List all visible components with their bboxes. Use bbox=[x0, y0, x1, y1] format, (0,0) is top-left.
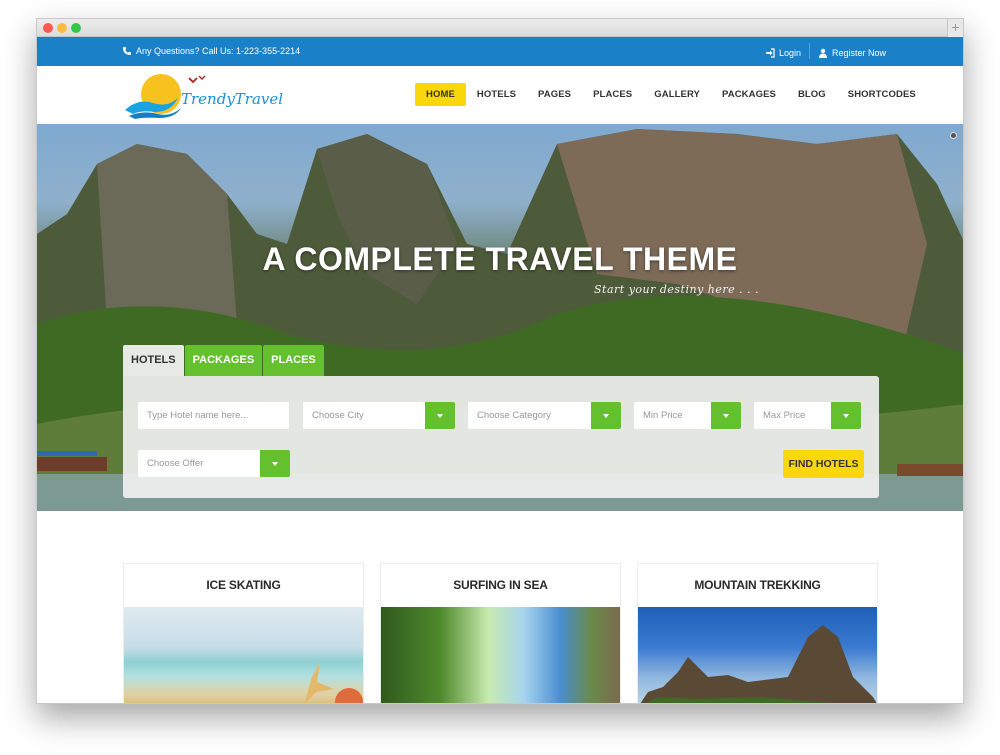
new-tab-button[interactable]: + bbox=[947, 19, 963, 37]
tab-packages[interactable]: PACKAGES bbox=[184, 345, 263, 376]
phone-icon bbox=[123, 47, 131, 55]
min-price-select[interactable]: Min Price bbox=[634, 402, 741, 429]
login-label: Login bbox=[779, 47, 802, 58]
chevron-down-icon[interactable] bbox=[831, 402, 861, 429]
category-select-value: Choose Category bbox=[477, 410, 551, 421]
sign-in-icon bbox=[766, 47, 775, 58]
hero-subtitle: Start your destiny here . . . bbox=[594, 283, 760, 296]
nav-item-blog[interactable]: BLOG bbox=[787, 83, 837, 106]
activity-card[interactable]: SURFING IN SEA bbox=[380, 563, 621, 703]
hotel-search-form: Type Hotel name here... Choose City Choo… bbox=[123, 376, 879, 498]
chevron-down-icon[interactable] bbox=[425, 402, 455, 429]
mountain-peaks-image bbox=[640, 625, 877, 703]
activity-card[interactable]: ICE SKATING bbox=[123, 563, 364, 703]
slider-pagination-dot[interactable] bbox=[950, 132, 957, 139]
hero-title: A COMPLETE TRAVEL THEME bbox=[262, 241, 738, 277]
minimize-window-button[interactable] bbox=[57, 23, 67, 33]
card-title[interactable]: SURFING IN SEA bbox=[381, 564, 620, 607]
zoom-window-button[interactable] bbox=[71, 23, 81, 33]
min-price-select-value: Min Price bbox=[643, 410, 683, 421]
city-select-value: Choose City bbox=[312, 410, 364, 421]
card-title[interactable]: MOUNTAIN TREKKING bbox=[638, 564, 877, 607]
nav-item-gallery[interactable]: GALLERY bbox=[643, 83, 711, 106]
card-image-beach[interactable] bbox=[124, 607, 363, 703]
search-tabs: HOTELS PACKAGES PLACES bbox=[123, 345, 325, 376]
find-hotels-button[interactable]: FIND HOTELS bbox=[783, 450, 864, 478]
logo-text: TrendyTravel bbox=[181, 90, 284, 108]
offer-select[interactable]: Choose Offer bbox=[138, 450, 290, 477]
chevron-down-icon[interactable] bbox=[591, 402, 621, 429]
login-link[interactable]: Login bbox=[765, 48, 801, 58]
nav-item-pages[interactable]: PAGES bbox=[527, 83, 582, 106]
activity-cards: ICE SKATING SURFING IN SEA MOUNTAIN TREK… bbox=[123, 563, 878, 703]
card-image-mountain[interactable] bbox=[638, 607, 877, 703]
chevron-down-icon[interactable] bbox=[711, 402, 741, 429]
hotel-name-input[interactable]: Type Hotel name here... bbox=[138, 402, 289, 429]
top-bar: Any Questions? Call Us: 1-223-355-2214 L… bbox=[37, 37, 963, 66]
register-link[interactable]: Register Now bbox=[818, 48, 886, 58]
contact-info: Any Questions? Call Us: 1-223-355-2214 bbox=[122, 46, 300, 56]
nav-item-shortcodes[interactable]: SHORTCODES bbox=[837, 83, 927, 106]
max-price-select-value: Max Price bbox=[763, 410, 806, 421]
main-nav: HOME HOTELS PAGES PLACES GALLERY PACKAGE… bbox=[415, 83, 927, 106]
tab-places[interactable]: PLACES bbox=[263, 345, 324, 376]
register-label: Register Now bbox=[832, 47, 887, 58]
browser-window: + Any Questions? Call Us: 1-223-355-2214… bbox=[36, 18, 964, 704]
nav-item-hotels[interactable]: HOTELS bbox=[466, 83, 527, 106]
nav-item-packages[interactable]: PACKAGES bbox=[711, 83, 787, 106]
tab-hotels[interactable]: HOTELS bbox=[123, 345, 184, 376]
site-header: TrendyTravel HOME HOTELS PAGES PLACES GA… bbox=[37, 66, 963, 124]
browser-chrome: + bbox=[37, 19, 963, 37]
contact-text: Any Questions? Call Us: 1-223-355-2214 bbox=[136, 46, 301, 56]
starfish-icon bbox=[304, 662, 363, 703]
max-price-select[interactable]: Max Price bbox=[754, 402, 861, 429]
nav-item-home[interactable]: HOME bbox=[415, 83, 466, 106]
hero-banner: A COMPLETE TRAVEL THEME Start your desti… bbox=[37, 124, 963, 511]
nav-item-places[interactable]: PLACES bbox=[582, 83, 643, 106]
activity-card[interactable]: MOUNTAIN TREKKING bbox=[637, 563, 878, 703]
card-title[interactable]: ICE SKATING bbox=[124, 564, 363, 607]
close-window-button[interactable] bbox=[43, 23, 53, 33]
card-image-surf[interactable] bbox=[381, 607, 620, 703]
site-logo[interactable]: TrendyTravel bbox=[123, 70, 283, 120]
topbar-divider bbox=[809, 43, 811, 59]
city-select[interactable]: Choose City bbox=[303, 402, 455, 429]
chevron-down-icon[interactable] bbox=[260, 450, 290, 477]
category-select[interactable]: Choose Category bbox=[468, 402, 621, 429]
user-icon bbox=[819, 48, 828, 58]
offer-select-value: Choose Offer bbox=[147, 458, 204, 469]
